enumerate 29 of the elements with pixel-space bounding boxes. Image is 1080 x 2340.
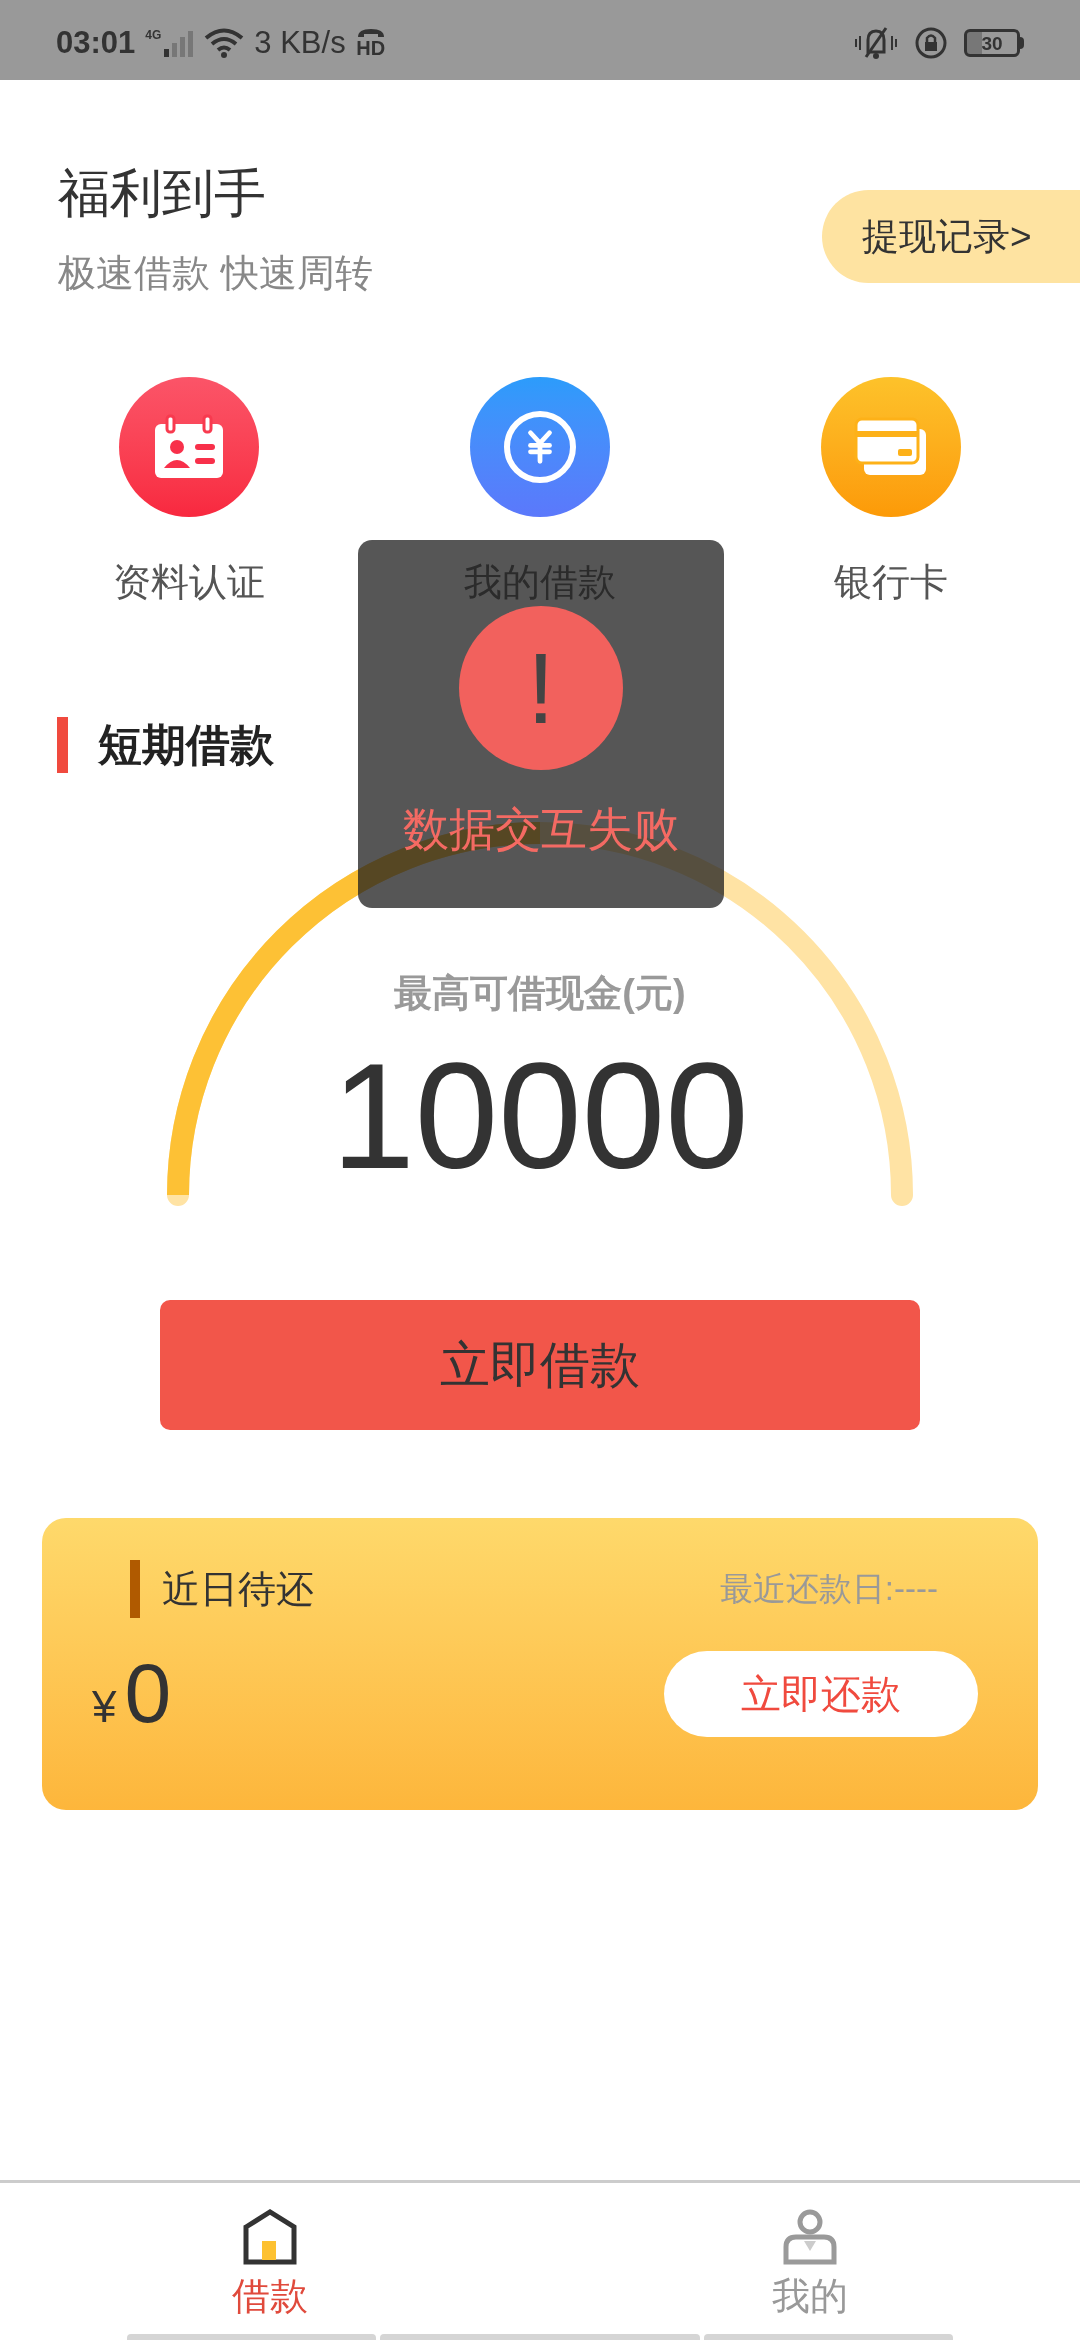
error-message: 数据交互失败 [403,802,679,856]
withdraw-record-button[interactable]: 提现记录> [822,190,1080,283]
page-title: 福利到手 [58,163,267,223]
user-icon[interactable] [782,2209,838,2265]
section-marker [57,717,68,773]
home-icon[interactable] [243,2209,297,2265]
repay-button[interactable]: 立即还款 [664,1651,978,1737]
max-amount: 10000 [331,1036,749,1196]
shortcut-label[interactable]: 银行卡 [833,559,948,605]
status-time: 03:01 [56,23,136,62]
network-type: 4G [145,29,162,41]
borrow-button[interactable]: 立即借款 [160,1300,920,1430]
signal-icon [164,29,195,57]
rotation-lock-icon [914,26,948,60]
card-title: 近日待还 [162,1566,314,1612]
vibrate-silent-icon [854,26,898,60]
due-amount: 0 [124,1648,172,1738]
shortcut-label[interactable]: 资料认证 [113,559,266,605]
alert-icon: ! [459,606,623,770]
wifi-icon [204,27,245,59]
nav-tab[interactable]: 借款 [0,2183,540,2334]
section-title: 短期借款 [98,719,274,771]
network-speed: 3 KB/s [254,23,346,62]
page-subtitle: 极速借款 快速周转 [58,251,373,296]
card-marker [130,1560,140,1618]
due-date: 最近还款日:---- [719,1569,939,1610]
gauge-label: 最高可借现金(元) [394,971,686,1016]
currency-symbol: ¥ [92,1681,117,1733]
nav-tab[interactable]: 我的 [540,2183,1080,2334]
